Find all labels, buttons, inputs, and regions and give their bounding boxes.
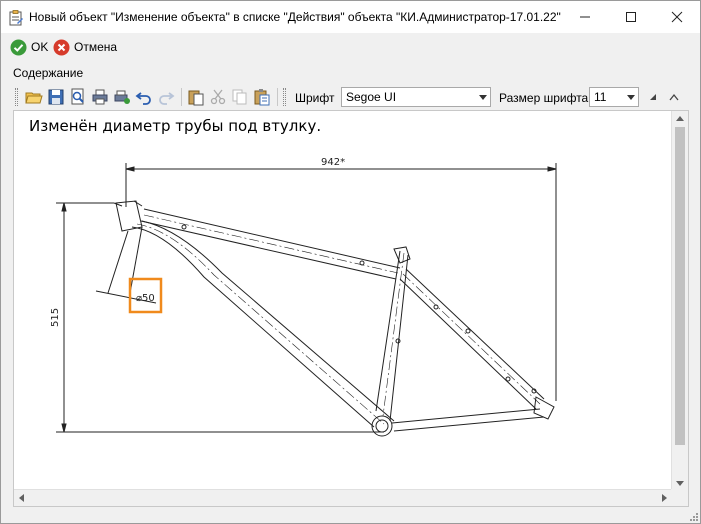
editor-text[interactable]: Изменён диаметр трубы под втулку. bbox=[29, 117, 321, 135]
toolbar-grip[interactable] bbox=[15, 88, 18, 106]
toolbar-separator bbox=[181, 88, 182, 106]
check-circle-icon bbox=[10, 39, 27, 55]
dialog-window: Новый объект "Изменение объекта" в списк… bbox=[0, 0, 701, 524]
copy-icon[interactable] bbox=[231, 88, 249, 106]
collapse-up-icon[interactable] bbox=[669, 93, 679, 101]
title-bar: Новый объект "Изменение объекта" в списк… bbox=[1, 1, 700, 33]
paste-special-icon[interactable] bbox=[253, 88, 271, 106]
height-dimension-label: 515 bbox=[50, 308, 61, 327]
close-button[interactable] bbox=[654, 1, 700, 33]
save-icon[interactable] bbox=[47, 88, 65, 106]
cancel-button[interactable]: Отмена bbox=[53, 38, 117, 56]
font-combobox[interactable]: Segoe UI bbox=[341, 87, 491, 107]
scroll-down-icon[interactable] bbox=[676, 481, 684, 486]
cancel-label: Отмена bbox=[74, 40, 118, 54]
command-bar: OK Отмена bbox=[1, 33, 700, 61]
font-label: Шрифт bbox=[295, 91, 335, 105]
paste-icon[interactable] bbox=[187, 88, 205, 106]
scrollbar-corner bbox=[671, 489, 688, 506]
font-combobox-value: Segoe UI bbox=[346, 90, 397, 104]
font-size-label: Размер шрифта bbox=[499, 91, 589, 105]
window-title: Новый объект "Изменение объекта" в списк… bbox=[29, 10, 561, 24]
scroll-left-icon[interactable] bbox=[19, 494, 24, 502]
cancel-circle-icon bbox=[53, 39, 70, 55]
ok-label: OK bbox=[31, 40, 49, 54]
length-dimension-label: 942* bbox=[321, 157, 345, 168]
bicycle-frame-drawing: 942* 515 ⌀50 bbox=[50, 157, 557, 437]
resize-grip-icon[interactable] bbox=[689, 512, 699, 522]
document-icon bbox=[9, 10, 23, 26]
horizontal-scrollbar[interactable] bbox=[14, 489, 672, 506]
vertical-scrollbar[interactable] bbox=[671, 111, 688, 491]
font-size-combobox-value: 11 bbox=[594, 90, 607, 104]
chevron-down-icon[interactable] bbox=[627, 95, 635, 100]
vertical-scroll-thumb[interactable] bbox=[675, 127, 685, 445]
toolbar-overflow-icon[interactable] bbox=[649, 93, 657, 101]
minimize-button[interactable] bbox=[562, 1, 608, 33]
content-section-label: Содержание bbox=[13, 66, 84, 80]
diameter-dimension-label: ⌀50 bbox=[136, 293, 155, 304]
print-icon[interactable] bbox=[91, 88, 109, 106]
scroll-right-icon[interactable] bbox=[662, 494, 667, 502]
print-preview-icon[interactable] bbox=[69, 88, 87, 106]
scroll-up-icon[interactable] bbox=[676, 116, 684, 121]
editor-toolbar: Шрифт Segoe UI Размер шрифта 11 bbox=[13, 85, 689, 109]
toolbar-grip[interactable] bbox=[283, 88, 286, 106]
toolbar-separator bbox=[277, 88, 278, 106]
maximize-icon bbox=[626, 12, 636, 22]
maximize-button[interactable] bbox=[608, 1, 654, 33]
open-folder-icon[interactable] bbox=[25, 88, 43, 106]
close-icon bbox=[671, 11, 683, 23]
font-size-combobox[interactable]: 11 bbox=[589, 87, 639, 107]
undo-icon[interactable] bbox=[135, 88, 153, 106]
chevron-down-icon[interactable] bbox=[479, 95, 487, 100]
cut-icon[interactable] bbox=[209, 88, 227, 106]
print-settings-icon[interactable] bbox=[113, 88, 131, 106]
rich-text-editor[interactable]: Изменён диаметр трубы под втулку. 942* 5… bbox=[13, 110, 689, 507]
ok-button[interactable]: OK bbox=[10, 38, 48, 56]
redo-icon[interactable] bbox=[157, 88, 175, 106]
minimize-icon bbox=[580, 16, 590, 18]
